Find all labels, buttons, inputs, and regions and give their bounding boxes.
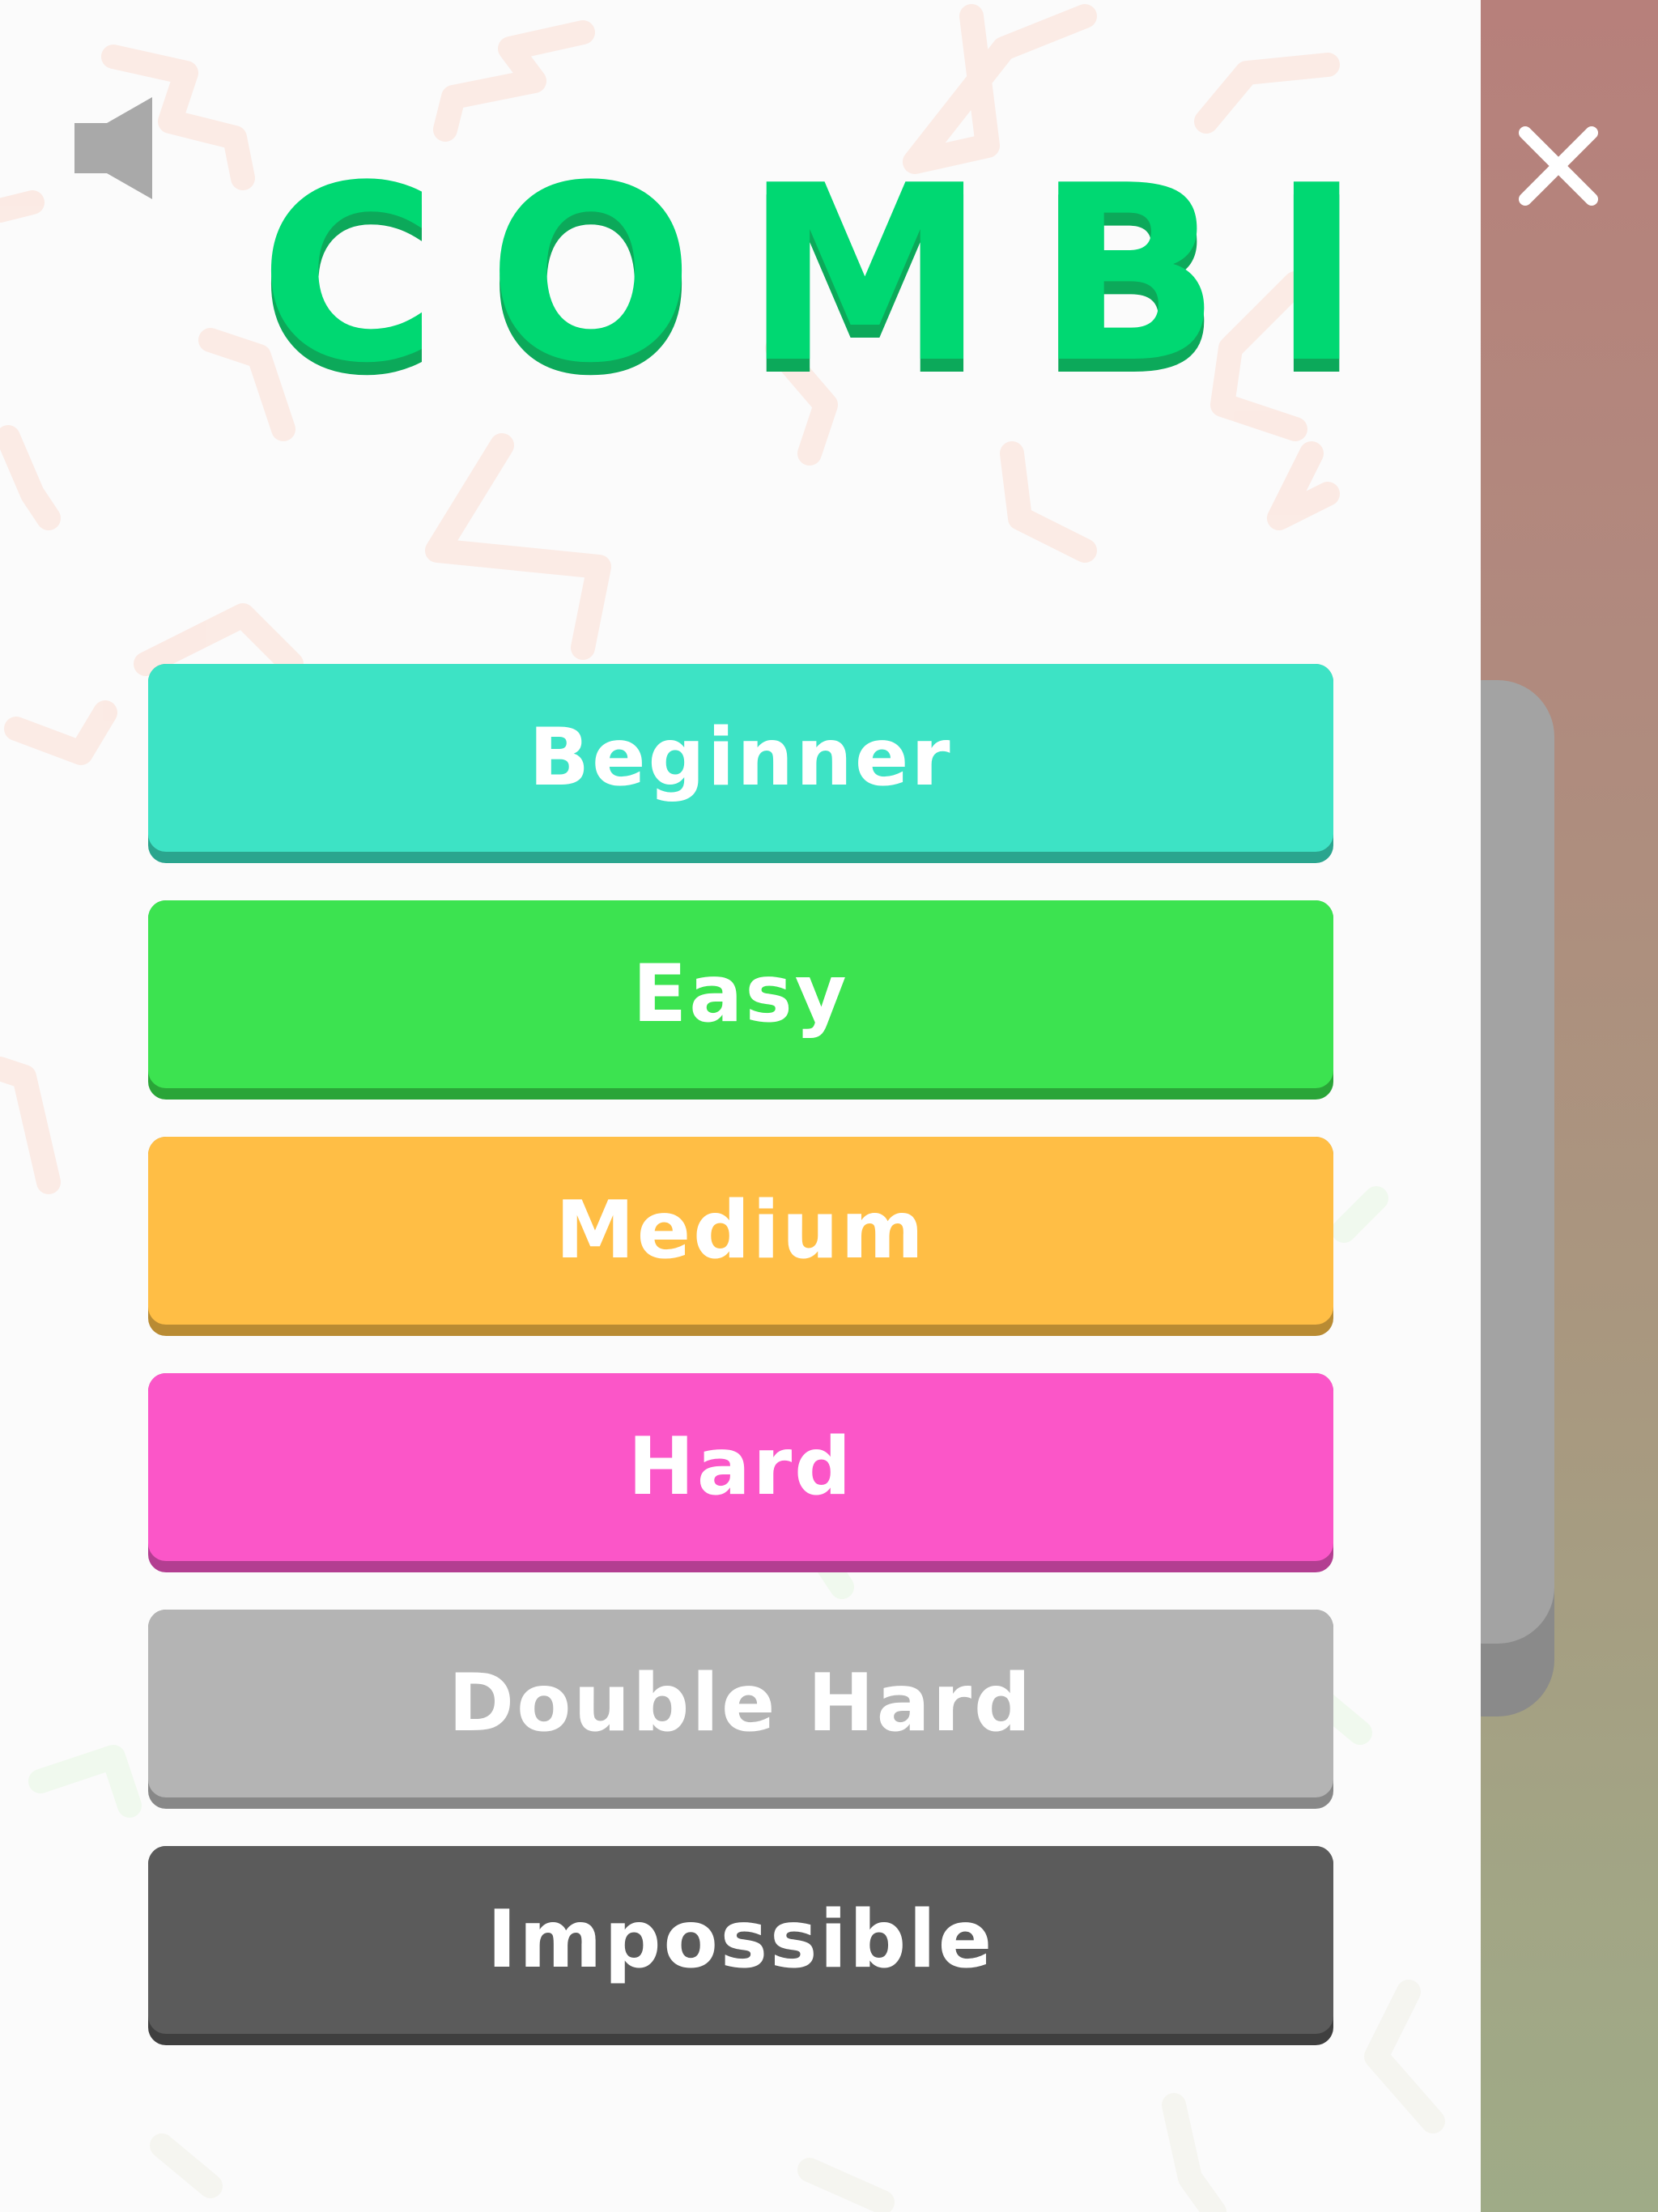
level-button-label: Beginner — [529, 712, 953, 804]
level-button-face: Impossible — [148, 1846, 1333, 2034]
level-button-face: Beginner — [148, 664, 1333, 852]
level-select-panel: COMBI Beginner Easy Medium Hard Double Hard I… — [0, 0, 1481, 2212]
level-button-face: Medium — [148, 1137, 1333, 1325]
game-screen: COMBI Beginner Easy Medium Hard Double Hard I… — [0, 0, 1658, 2212]
level-button-double-hard[interactable]: Double Hard — [148, 1610, 1333, 1797]
level-button-label: Hard — [627, 1421, 854, 1513]
level-button-label: Easy — [632, 948, 849, 1040]
title-text: COMBI — [259, 134, 1413, 416]
level-button-easy[interactable]: Easy — [148, 900, 1333, 1088]
level-button-face: Easy — [148, 900, 1333, 1088]
close-icon[interactable] — [1514, 121, 1603, 211]
level-button-medium[interactable]: Medium — [148, 1137, 1333, 1325]
level-button-hard[interactable]: Hard — [148, 1373, 1333, 1561]
speaker-icon[interactable] — [74, 97, 155, 202]
level-button-label: Impossible — [487, 1894, 995, 1986]
level-button-label: Double Hard — [448, 1657, 1034, 1750]
level-button-face: Double Hard — [148, 1610, 1333, 1797]
level-button-impossible[interactable]: Impossible — [148, 1846, 1333, 2034]
level-button-face: Hard — [148, 1373, 1333, 1561]
game-title: COMBI — [259, 134, 1413, 416]
level-button-beginner[interactable]: Beginner — [148, 664, 1333, 852]
level-button-label: Medium — [555, 1185, 926, 1277]
